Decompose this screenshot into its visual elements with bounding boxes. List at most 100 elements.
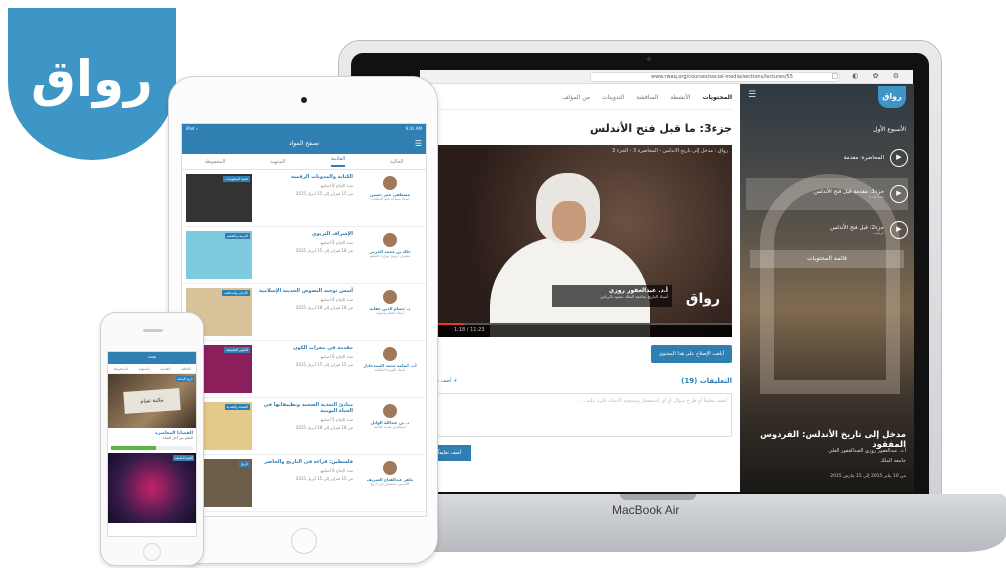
video-controls: ▶ 1:18 / 11:23: [428, 323, 732, 337]
course-instructor: ماهر عبدالفتاح الشريف أكاديمي متخصص في تا…: [358, 459, 422, 507]
comments-header: التعليقات (19) + أضف تعليق: [428, 377, 732, 385]
tab-saved[interactable]: المحفوظة: [204, 159, 225, 165]
home-button[interactable]: [291, 528, 317, 554]
course-card-image[interactable]: العلوم الطبيعية: [108, 453, 196, 523]
course-card-info: القضايا المعاصرة التعلم من أجل الحياة: [108, 428, 196, 443]
laptop-notch: [620, 494, 696, 500]
course-info: مبادئ التغذية الصحية وتطبيقاتها في الحيا…: [257, 402, 353, 450]
course-card-image[interactable]: تاريخ الإسلام مكتبة تشام: [108, 374, 196, 428]
browser-toolbar-icons[interactable]: ▢ ◐ ✿ ⚙: [831, 72, 905, 80]
protest-sign: مكتبة تشام: [123, 388, 181, 414]
lesson-title: المحاضرة: مقدمة: [843, 155, 884, 161]
course-duration: مدة الإنتاج 6 أسابيع: [320, 240, 353, 245]
category-badge: العلوم الطبيعية: [224, 347, 250, 353]
course-instructor: د. بن عبدالله الوابل استشاري تغذية علاجية: [358, 402, 422, 450]
phone-tabs: الحالية القادمة المنتهية المحفوظة: [108, 364, 196, 374]
lesson-status: مشاهدة: [869, 194, 884, 200]
course-list-item[interactable]: تاريخ فلسطين: قراءة في التاريخ والحاضر مدة…: [182, 455, 426, 512]
course-duration: مدة الإنتاج 5 أسابيع: [320, 417, 353, 422]
video-title: رواق : مدخل إلى تاريخ الأندلس - المحاضرة…: [611, 148, 728, 154]
hamburger-menu-icon[interactable]: ☰: [748, 90, 756, 100]
speaker-role: أستاذ التاريخ بجامعة الملك سعود بالرياض: [600, 294, 668, 299]
play-circle-icon: ▶: [890, 221, 908, 239]
category-badge: العلوم الطبيعية: [173, 455, 194, 461]
hamburger-menu-icon[interactable]: ☰: [415, 136, 422, 152]
tab-discussion[interactable]: المناقشة: [636, 94, 658, 101]
tablet-screen: iPad ✓ 9:41 AM ☰ تصفح المواد الحالية الق…: [181, 123, 427, 517]
address-bar[interactable]: www.rwaq.org/courses/social-media/sectio…: [590, 72, 840, 82]
course-info: الكتابة والمدونات الرقمية مدة الإنتاج 8 أ…: [257, 174, 353, 222]
instructor-role: أستاذ الفقه وأصوله: [376, 311, 404, 315]
tab-blog[interactable]: التدوينات: [602, 94, 624, 101]
category-badge: الأديان والمذاهب: [221, 290, 250, 296]
course-info: الإشراف التربوي مدة الإنتاج 6 أسابيع من 18…: [257, 231, 353, 279]
course-dates: من 18 فبراير إلى 18 أبريل 2015: [295, 305, 353, 310]
category-badge: التربية والتعليم: [224, 233, 250, 239]
course-title: مبادئ التغذية الصحية وتطبيقاتها في الحيا…: [263, 402, 353, 414]
video-player[interactable]: رواق : مدخل إلى تاريخ الأندلس - المحاضرة…: [428, 145, 732, 337]
tab-contents[interactable]: المحتويات: [703, 94, 732, 101]
course-dates: من 18 فبراير إلى 15 أبريل 2015: [295, 248, 353, 253]
course-info: مقدمة في مجرات الكون مدة الإنتاج 6 أسابيع…: [257, 345, 353, 393]
video-time: 1:18 / 11:23: [454, 327, 485, 333]
report-button[interactable]: أبلغت الإصلاح على هذا المحتوى: [650, 345, 732, 363]
course-dates: من 10 يناير 2015 إلى 15 مارس 2015: [830, 474, 906, 479]
instructor-role: استشاري تغذية علاجية: [373, 425, 407, 429]
tab-current[interactable]: الحالية: [181, 367, 190, 371]
instructor-role: أكاديمي متخصص في تاريخ: [370, 482, 410, 486]
tab-author[interactable]: من المؤلف: [562, 94, 590, 101]
rwaq-logo: رواق: [8, 8, 176, 160]
avatar: [383, 233, 397, 247]
tablet-device: iPad ✓ 9:41 AM ☰ تصفح المواد الحالية الق…: [168, 76, 438, 564]
course-info: أسس توجيه النصوص الحديثة الإسلامية مدة ال…: [257, 288, 353, 336]
category-badge: الصحة والتغذية: [224, 404, 250, 410]
browser-bar: www.rwaq.org/courses/social-media/sectio…: [420, 70, 913, 84]
tab-finished[interactable]: المنتهية: [270, 159, 285, 165]
tab-activities[interactable]: الأنشطة: [670, 94, 690, 101]
home-button[interactable]: [143, 543, 161, 561]
lesson-item-active[interactable]: ▶ جزء1: مقدمة قبل فتح الأندلس مشاهدة: [746, 178, 908, 210]
course-list-item[interactable]: الأديان والمذاهب أسس توجيه النصوص الحديثة…: [182, 284, 426, 341]
tablet-status-bar: iPad ✓ 9:41 AM: [182, 124, 426, 136]
course-title: فلسطين: قراءة في التاريخ والحاضر: [264, 459, 353, 465]
course-dates: من 15 فبراير إلى 15 أبريل 2015: [295, 191, 353, 196]
course-instructor: خالد بن محمد الحربي مشرف تربوي بوزارة الت…: [358, 231, 422, 279]
avatar: [383, 290, 397, 304]
tab-current[interactable]: الحالية: [390, 159, 403, 165]
table-of-contents-button[interactable]: قائمة المحتويات: [750, 250, 904, 268]
avatar: [383, 347, 397, 361]
course-title: الكتابة والمدونات الرقمية: [290, 174, 353, 180]
comment-input[interactable]: أضف تعليقاً أو طرح سؤال أو أي استفسار وس…: [428, 393, 732, 437]
course-list-item[interactable]: تقنية المعلومات الكتابة والمدونات الرقمية…: [182, 170, 426, 227]
phone-screen: بحث الحالية القادمة المنتهية المحفوظة تا…: [107, 351, 197, 537]
lesson-item[interactable]: ▶ جزء2: قبل فتح الأندلس ترتيب: [746, 214, 908, 246]
category-badge: تاريخ: [239, 461, 250, 467]
course-sidebar: ☰ رواق الأسبوع الأول ▶ المحاضرة: مقدمة ▶…: [740, 84, 914, 492]
video-progress-bar[interactable]: [428, 323, 732, 325]
category-badge: تاريخ الإسلام: [176, 376, 194, 382]
camera-icon: [301, 97, 307, 103]
tab-finished[interactable]: المنتهية: [139, 367, 150, 371]
lesson-item[interactable]: ▶ المحاضرة: مقدمة: [746, 142, 908, 174]
sidebar-logo[interactable]: رواق: [878, 86, 906, 108]
tab-upcoming[interactable]: القادمة: [160, 367, 170, 371]
avatar: [383, 176, 397, 190]
tablet-header-title: تصفح المواد: [288, 140, 320, 147]
logo-text: رواق: [31, 50, 153, 108]
play-circle-icon: ▶: [890, 185, 908, 203]
status-device: iPad ✓: [186, 126, 199, 131]
course-list-item[interactable]: التربية والتعليم الإشراف التربوي مدة الإنت…: [182, 227, 426, 284]
course-title: مقدمة في مجرات الكون: [293, 345, 353, 351]
course-list-item[interactable]: الصحة والتغذية مبادئ التغذية الصحية وتطبي…: [182, 398, 426, 455]
course-thumbnail: التربية والتعليم: [186, 231, 252, 279]
course-title: الإشراف التربوي: [311, 231, 353, 237]
course-tabs: المحتويات الأنشطة المناقشة التدوينات من …: [428, 88, 732, 110]
course-dates: من 15 فبراير إلى 15 أبريل 2015: [295, 476, 353, 481]
course-progress-bar: [111, 446, 193, 450]
tablet-header: ☰ تصفح المواد: [182, 136, 426, 154]
tab-saved[interactable]: المحفوظة: [113, 367, 128, 371]
tab-upcoming[interactable]: القادمة: [330, 156, 346, 167]
course-list-item[interactable]: العلوم الطبيعية مقدمة في مجرات الكون مدة ا…: [182, 341, 426, 398]
course-university: جامعة الملك: [880, 458, 906, 464]
tablet-tabs: الحالية القادمة المنتهية المحفوظة: [182, 154, 426, 170]
